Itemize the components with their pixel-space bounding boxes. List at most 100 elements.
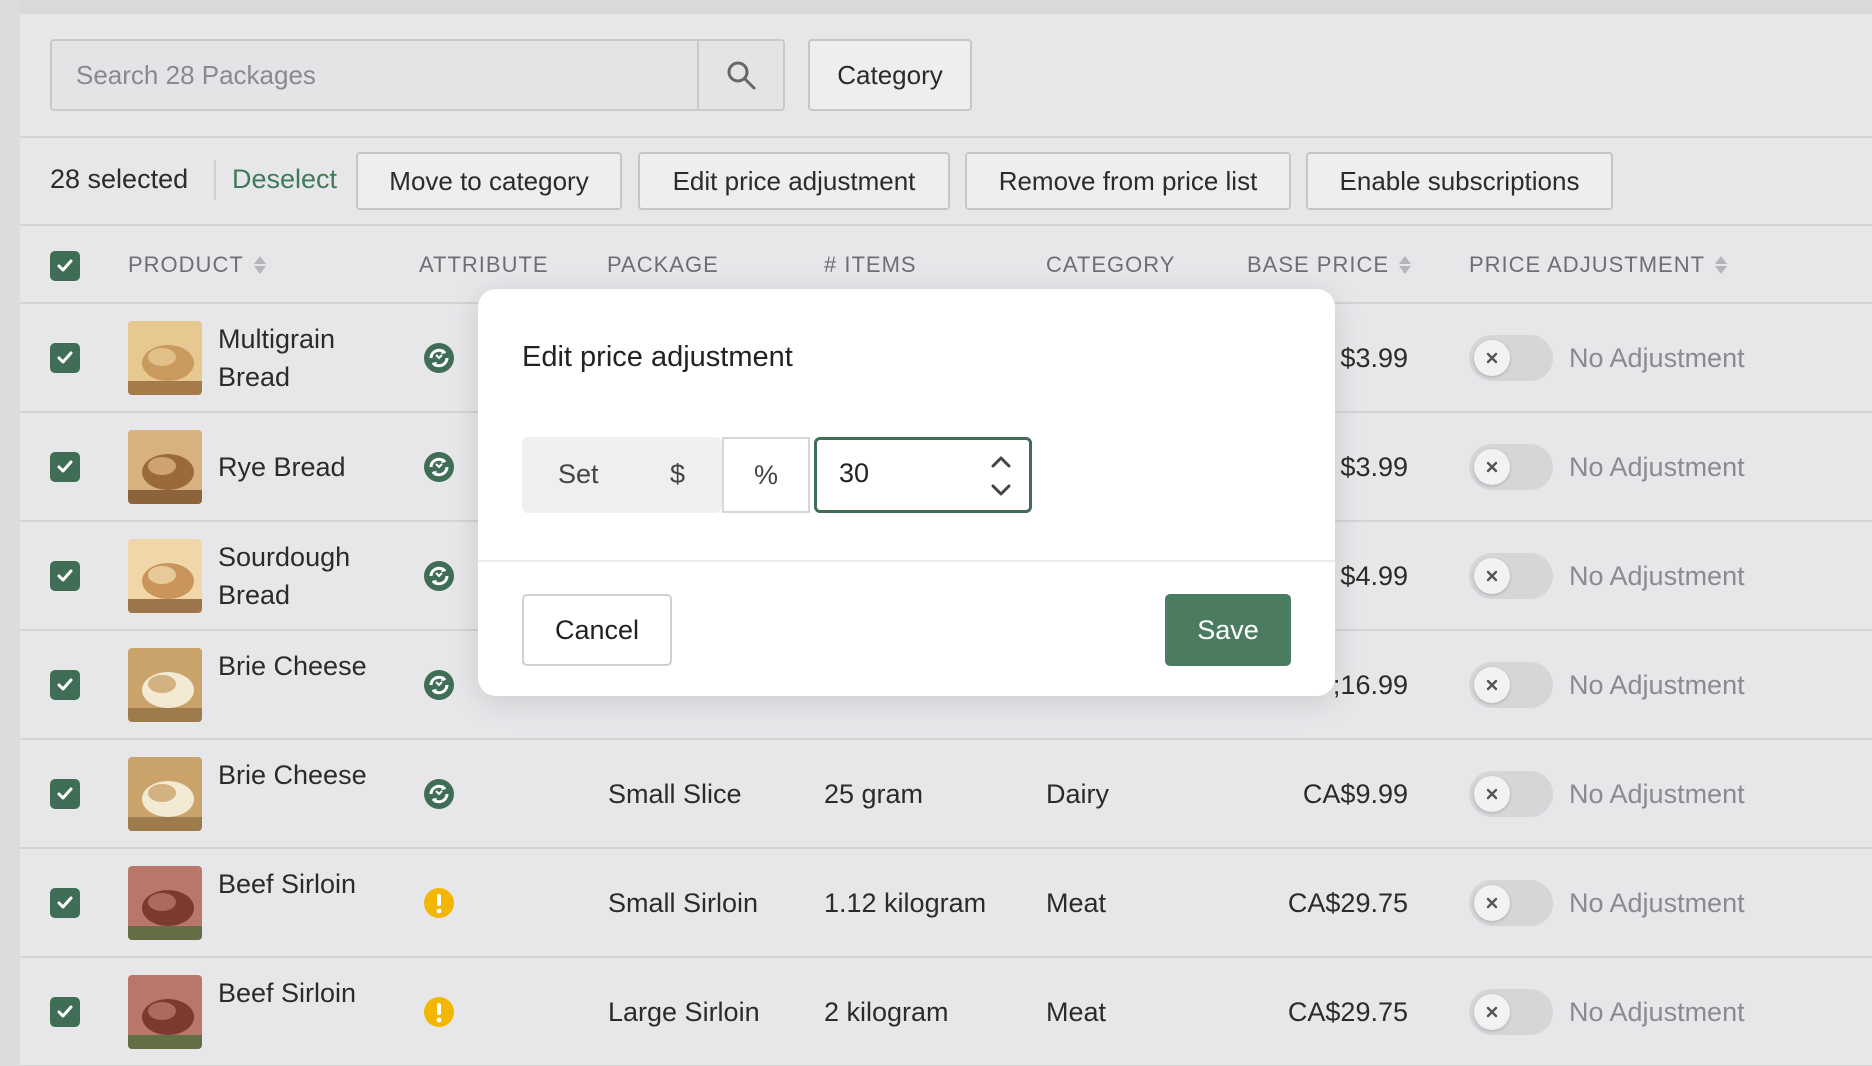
row-checkbox[interactable] <box>50 670 80 700</box>
close-icon <box>1486 570 1498 582</box>
search-button[interactable] <box>697 41 783 109</box>
product-thumbnail <box>128 975 202 1049</box>
row-items: 25 gram <box>824 779 924 809</box>
mode-percent-option[interactable]: % <box>722 437 810 513</box>
adjustment-mode-group: Set $ <box>522 437 722 513</box>
close-icon <box>1486 788 1498 800</box>
close-icon <box>1486 461 1498 473</box>
product-name[interactable]: Rye Bread <box>218 448 388 486</box>
product-name[interactable]: Brie Cheese <box>218 647 388 685</box>
adjustment-status: No Adjustment <box>1569 888 1745 918</box>
mode-set-option[interactable]: Set <box>558 459 599 490</box>
adjustment-status: No Adjustment <box>1569 997 1745 1027</box>
value-stepper[interactable] <box>981 446 1021 506</box>
column-header-label: PRICE ADJUSTMENT <box>1469 252 1706 277</box>
adjustment-value-input[interactable] <box>839 458 969 489</box>
row-category: Dairy <box>1046 779 1110 809</box>
row-checkbox[interactable] <box>50 343 80 373</box>
row-checkbox[interactable] <box>50 997 80 1027</box>
price-adjustment-toggle[interactable] <box>1469 444 1553 490</box>
row-checkbox[interactable] <box>50 452 80 482</box>
row-items: 1.12 kilogram <box>824 888 987 918</box>
sort-icon[interactable] <box>1715 256 1728 274</box>
column-header-product[interactable]: PRODUCT <box>128 252 266 278</box>
adjustment-status: No Adjustment <box>1569 343 1745 373</box>
row-base-price: $4.99 <box>1340 561 1408 591</box>
product-name[interactable]: Beef Sirloin <box>218 974 388 1012</box>
divider <box>20 224 1872 226</box>
cancel-button[interactable]: Cancel <box>522 594 672 666</box>
price-adjustment-toggle[interactable] <box>1469 335 1553 381</box>
top-strip <box>0 0 1872 14</box>
row-checkbox[interactable] <box>50 561 80 591</box>
product-thumbnail <box>128 321 202 395</box>
row-package: Small Sirloin <box>608 888 759 918</box>
table-row[interactable]: Beef Sirloin Small Sirloin 1.12 kilogram Me… <box>20 849 1872 958</box>
row-items: 2 kilogram <box>824 997 949 1027</box>
toggle-knob <box>1474 885 1510 921</box>
price-adjustment-toggle[interactable] <box>1469 771 1553 817</box>
left-strip <box>0 0 20 1066</box>
sort-icon[interactable] <box>1399 256 1412 274</box>
subscription-icon <box>422 559 456 593</box>
row-category: Meat <box>1046 888 1107 918</box>
product-name[interactable]: Beef Sirloin <box>218 865 388 903</box>
price-adjustment-toggle[interactable] <box>1469 662 1553 708</box>
product-thumbnail <box>128 648 202 722</box>
price-adjustment-toggle[interactable] <box>1469 880 1553 926</box>
row-base-price: ;16.99 <box>1332 670 1408 700</box>
dialog-title: Edit price adjustment <box>522 341 793 373</box>
category-filter-button[interactable]: Category <box>808 39 972 111</box>
remove-from-price-list-button[interactable]: Remove from price list <box>965 152 1291 210</box>
product-name[interactable]: Sourdough Bread <box>218 538 388 614</box>
adjustment-status: No Adjustment <box>1569 670 1745 700</box>
chevron-up-icon[interactable] <box>981 446 1021 476</box>
warning-icon <box>422 886 456 920</box>
search-icon <box>727 61 756 90</box>
toggle-knob <box>1474 558 1510 594</box>
price-adjustment-toggle[interactable] <box>1469 553 1553 599</box>
save-button[interactable]: Save <box>1165 594 1291 666</box>
table-row[interactable]: Brie Cheese Small Slice 25 gram Dairy CA$9.9… <box>20 740 1872 849</box>
search-input[interactable] <box>52 41 697 109</box>
row-base-price: CA$29.75 <box>1287 888 1408 918</box>
price-adjustment-toggle[interactable] <box>1469 989 1553 1035</box>
adjustment-status: No Adjustment <box>1569 452 1745 482</box>
select-all-checkbox[interactable] <box>50 251 80 281</box>
table-row[interactable]: Beef Sirloin Large Sirloin 2 kilogram Meat C… <box>20 958 1872 1066</box>
product-name[interactable]: Brie Cheese <box>218 756 388 794</box>
row-base-price: $3.99 <box>1340 452 1408 482</box>
adjustment-status: No Adjustment <box>1569 779 1745 809</box>
row-base-price: CA$9.99 <box>1302 779 1408 809</box>
divider <box>214 160 216 200</box>
column-header-base-price[interactable]: BASE PRICE <box>1247 252 1412 278</box>
column-header-label: CATEGORY <box>1046 252 1176 277</box>
adjustment-value-field[interactable] <box>814 437 1032 513</box>
close-icon <box>1486 352 1498 364</box>
search-box <box>50 39 785 111</box>
column-header-label: PRODUCT <box>128 252 244 277</box>
sort-icon[interactable] <box>253 256 266 274</box>
toggle-knob <box>1474 667 1510 703</box>
move-to-category-button[interactable]: Move to category <box>356 152 622 210</box>
checkmark-icon <box>57 460 73 473</box>
product-thumbnail <box>128 866 202 940</box>
close-icon <box>1486 897 1498 909</box>
mode-dollar-option[interactable]: $ <box>670 459 685 490</box>
subscription-icon <box>422 341 456 375</box>
edit-price-adjustment-button[interactable]: Edit price adjustment <box>638 152 950 210</box>
row-base-price: CA$29.75 <box>1287 997 1408 1027</box>
column-header-items: # ITEMS <box>824 252 917 278</box>
row-checkbox[interactable] <box>50 888 80 918</box>
checkmark-icon <box>57 678 73 691</box>
chevron-down-icon[interactable] <box>981 476 1021 506</box>
column-header-label: ATTRIBUTE <box>419 252 549 277</box>
column-header-price-adjustment[interactable]: PRICE ADJUSTMENT <box>1469 252 1728 278</box>
product-name[interactable]: Multigrain Bread <box>218 320 388 396</box>
deselect-link[interactable]: Deselect <box>232 164 337 195</box>
column-header-attribute: ATTRIBUTE <box>419 252 549 278</box>
checkmark-icon <box>57 896 73 909</box>
row-checkbox[interactable] <box>50 779 80 809</box>
enable-subscriptions-button[interactable]: Enable subscriptions <box>1306 152 1613 210</box>
checkmark-icon <box>57 259 73 272</box>
